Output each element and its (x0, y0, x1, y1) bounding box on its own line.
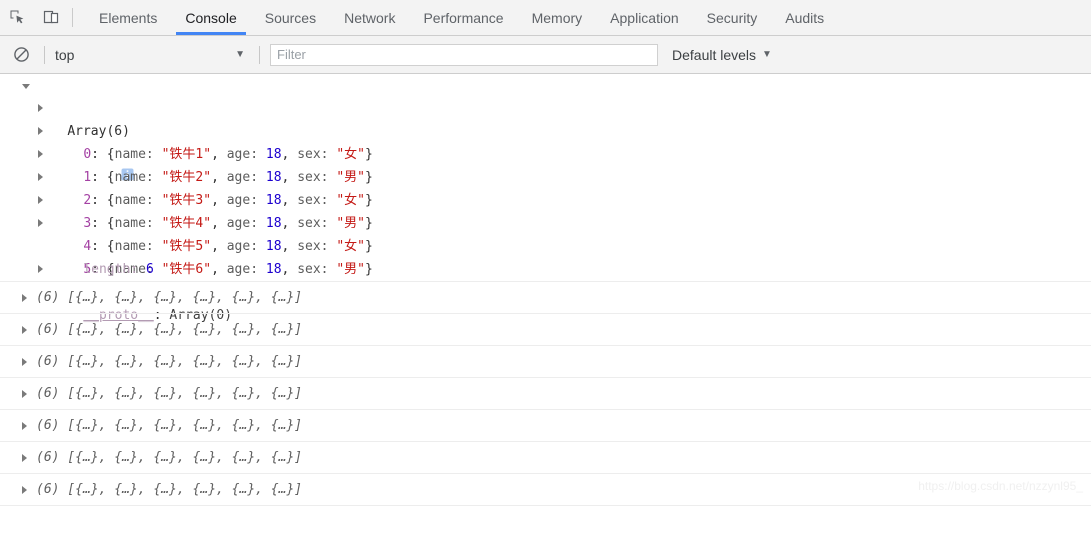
array-entry-0[interactable]: 0: {name: "铁牛1", age: 18, sex: "女"} (0, 97, 1091, 162)
disclosure-triangle-closed-icon[interactable] (38, 265, 43, 273)
tab-sources[interactable]: Sources (251, 0, 330, 35)
chevron-down-icon: ▼ (235, 48, 245, 60)
disclosure-triangle-open-icon[interactable] (22, 84, 30, 89)
tab-application-label: Application (610, 9, 679, 26)
tab-network-label: Network (344, 9, 396, 26)
console-message-row[interactable]: (6) [{…}, {…}, {…}, {…}, {…}, {…}] (0, 345, 1091, 377)
disclosure-triangle-closed-icon[interactable] (22, 486, 27, 494)
clear-console-icon[interactable] (6, 40, 36, 70)
tab-sources-label: Sources (264, 9, 317, 26)
array-preview: [{…}, {…}, {…}, {…}, {…}, {…}] (59, 482, 303, 497)
array-entry-4[interactable]: 4: {name: "铁牛5", age: 18, sex: "女"} (0, 189, 1091, 254)
devtools-tabbar: Elements Console Sources Network Perform… (0, 0, 1091, 36)
array-preview: [{…}, {…}, {…}, {…}, {…}, {…}] (59, 418, 303, 433)
disclosure-triangle-closed-icon[interactable] (38, 196, 43, 204)
prompt-chevron-icon: ❯ (12, 512, 21, 515)
disclosure-triangle-closed-icon[interactable] (38, 173, 43, 181)
array-count: (6) (36, 386, 60, 401)
array-group-header[interactable]: Array(6) (0, 74, 1091, 181)
array-preview: [{…}, {…}, {…}, {…}, {…}, {…}] (59, 386, 303, 401)
disclosure-triangle-closed-icon[interactable] (38, 127, 43, 135)
panel-tabs: Elements Console Sources Network Perform… (77, 0, 838, 35)
device-toolbar-icon[interactable] (34, 0, 68, 35)
array-entry-1[interactable]: 1: {name: "铁牛2", age: 18, sex: "男"} (0, 120, 1091, 185)
filter-input[interactable] (270, 43, 658, 66)
tab-network[interactable]: Network (330, 0, 409, 35)
console-message-row[interactable]: (6) [{…}, {…}, {…}, {…}, {…}, {…}] (0, 441, 1091, 473)
array-count: (6) (36, 322, 60, 337)
watermark: https://blog.csdn.net/nzzynl95_ (918, 479, 1083, 493)
array-entry-2[interactable]: 2: {name: "铁牛3", age: 18, sex: "女"} (0, 143, 1091, 208)
log-levels-label: Default levels (672, 46, 757, 63)
disclosure-triangle-closed-icon[interactable] (38, 150, 43, 158)
disclosure-triangle-closed-icon[interactable] (22, 358, 27, 366)
log-levels-selector[interactable]: Default levels ▼ (672, 47, 772, 63)
tab-application[interactable]: Application (596, 0, 693, 35)
console-message-row[interactable]: (6) [{…}, {…}, {…}, {…}, {…}, {…}] (0, 281, 1091, 313)
array-count: (6) (36, 482, 60, 497)
console-message-row[interactable]: (6) [{…}, {…}, {…}, {…}, {…}, {…}] (0, 313, 1091, 345)
array-count: (6) (36, 450, 60, 465)
console-message-row[interactable]: (6) [{…}, {…}, {…}, {…}, {…}, {…}] (0, 377, 1091, 409)
array-entry-5[interactable]: 5: {name: "铁牛6", age: 18, sex: "男"} (0, 212, 1091, 277)
disclosure-triangle-closed-icon[interactable] (22, 422, 27, 430)
tab-memory-label: Memory (531, 9, 583, 26)
array-entry-3[interactable]: 3: {name: "铁牛4", age: 18, sex: "男"} (0, 166, 1091, 231)
console-toolbar: top ▼ Default levels ▼ (0, 36, 1091, 74)
toolbar-divider (72, 8, 73, 27)
toolbar-divider-1 (44, 45, 45, 64)
tab-audits-label: Audits (785, 9, 825, 26)
array-proto-row[interactable]: __proto__: Array(0) (0, 258, 1091, 323)
tab-elements-label: Elements (99, 9, 158, 26)
array-preview: [{…}, {…}, {…}, {…}, {…}, {…}] (59, 450, 303, 465)
array-length-row: length: 6 (0, 235, 1091, 277)
toolbar-divider-2 (259, 45, 260, 64)
tab-console-label: Console (185, 9, 237, 26)
execution-context-selector[interactable]: top ▼ (53, 47, 251, 63)
disclosure-triangle-closed-icon[interactable] (38, 104, 43, 112)
tab-console[interactable]: Console (171, 0, 250, 35)
chevron-down-icon: ▼ (762, 48, 772, 60)
tab-performance-label: Performance (423, 9, 504, 26)
execution-context-label: top (55, 46, 75, 63)
disclosure-triangle-closed-icon[interactable] (22, 294, 27, 302)
tab-memory[interactable]: Memory (518, 0, 597, 35)
tab-security-label: Security (706, 9, 758, 26)
array-count: (6) (36, 418, 60, 433)
console-prompt-row[interactable]: ❯ (0, 505, 1091, 515)
disclosure-triangle-closed-icon[interactable] (22, 326, 27, 334)
tab-elements[interactable]: Elements (85, 0, 171, 35)
disclosure-triangle-closed-icon[interactable] (22, 454, 27, 462)
array-preview: [{…}, {…}, {…}, {…}, {…}, {…}] (59, 354, 303, 369)
array-preview: [{…}, {…}, {…}, {…}, {…}, {…}] (59, 322, 303, 337)
console-output: Array(6) 0: {name: "铁牛1", age: 18, sex: … (0, 74, 1091, 515)
array-count: (6) (36, 290, 60, 305)
inspect-cursor-icon[interactable] (0, 0, 34, 35)
tab-audits[interactable]: Audits (771, 0, 838, 35)
console-message-row[interactable]: (6) [{…}, {…}, {…}, {…}, {…}, {…}] (0, 409, 1091, 441)
array-count: (6) (36, 354, 60, 369)
tab-performance[interactable]: Performance (409, 0, 517, 35)
array-preview: [{…}, {…}, {…}, {…}, {…}, {…}] (59, 290, 303, 305)
disclosure-triangle-closed-icon[interactable] (38, 219, 43, 227)
disclosure-triangle-closed-icon[interactable] (22, 390, 27, 398)
tab-security[interactable]: Security (693, 0, 772, 35)
